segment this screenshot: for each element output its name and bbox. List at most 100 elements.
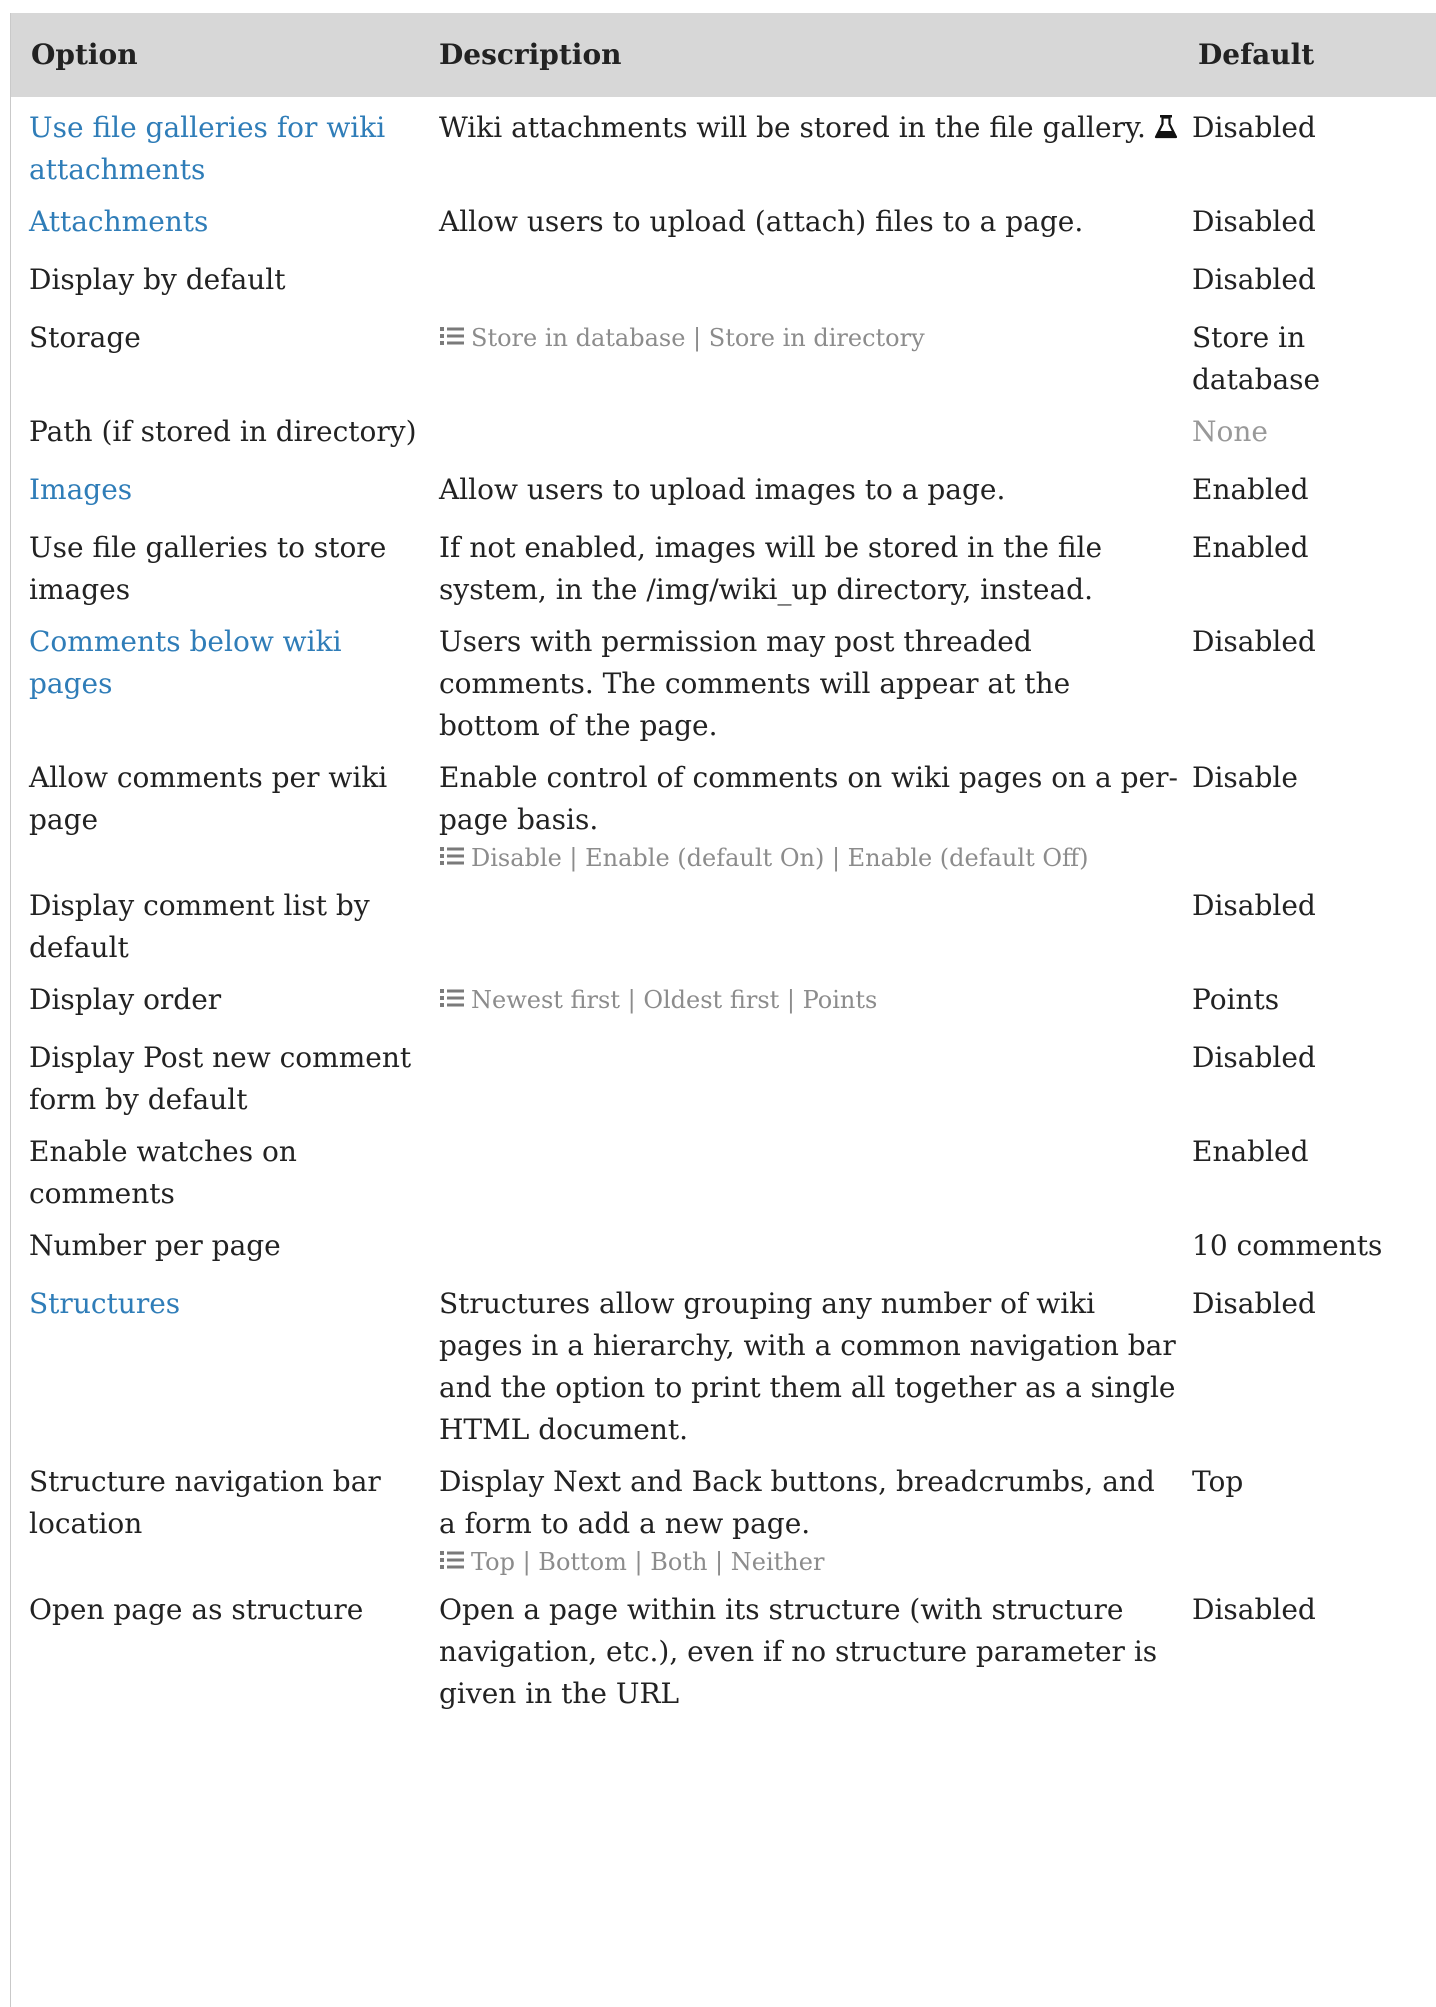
option-label: Number per page [29, 1229, 281, 1262]
description-text: If not enabled, images will be stored in… [439, 531, 1103, 606]
table-row: Allow comments per wiki page Enable contr… [11, 747, 1436, 875]
option-label: Path (if stored in directory) [29, 415, 417, 448]
default-value: Enabled [1192, 1135, 1309, 1168]
column-header-option: Option [11, 13, 419, 97]
description-cell [419, 875, 1179, 969]
default-value: Enabled [1192, 473, 1309, 506]
preferences-table-container: Option Description Default Use file gall… [10, 13, 1436, 2007]
default-cell: Disabled [1179, 97, 1436, 191]
list-icon [440, 327, 464, 345]
description-text: Open a page within its structure (with s… [439, 1593, 1158, 1710]
option-link[interactable]: Images [29, 473, 132, 506]
table-row: Enable watches on comments Enabled [11, 1121, 1436, 1215]
option-cell: Display order [11, 969, 419, 1027]
header-row: Option Description Default [11, 13, 1436, 97]
option-cell: Open page as structure [11, 1579, 419, 1715]
column-header-default: Default [1179, 13, 1436, 97]
option-label: Display by default [29, 263, 286, 296]
option-cell: Use file galleries for wiki attachments [11, 97, 419, 191]
description-cell [419, 1121, 1179, 1215]
description-cell: Wiki attachments will be stored in the f… [419, 97, 1179, 191]
column-header-description: Description [419, 13, 1179, 97]
option-link[interactable]: Use file galleries for wiki attachments [29, 111, 385, 186]
default-value: Store in database [1192, 321, 1321, 396]
default-cell: 10 comments [1179, 1215, 1436, 1273]
preferences-table: Option Description Default Use file gall… [11, 13, 1436, 1715]
description-text: Allow users to upload (attach) files to … [439, 205, 1084, 238]
table-row: Comments below wiki pages Users with perm… [11, 611, 1436, 747]
table-row: Path (if stored in directory) None [11, 401, 1436, 459]
list-icon [440, 989, 464, 1007]
option-cell: Number per page [11, 1215, 419, 1273]
table-row: Display by default Disabled [11, 249, 1436, 307]
description-cell [419, 1215, 1179, 1273]
description-cell: If not enabled, images will be stored in… [419, 517, 1179, 611]
option-label: Enable watches on comments [29, 1135, 297, 1210]
default-cell: Points [1179, 969, 1436, 1027]
default-cell: None [1179, 401, 1436, 459]
option-label: Structure navigation bar location [29, 1465, 381, 1540]
options-list: Disable | Enable (default On) | Enable (… [439, 841, 1179, 875]
option-link[interactable]: Attachments [29, 205, 208, 238]
description-cell [419, 1027, 1179, 1121]
default-value: Disable [1192, 761, 1298, 794]
default-value: Disabled [1192, 1041, 1316, 1074]
default-cell: Top [1179, 1451, 1436, 1579]
option-cell: Images [11, 459, 419, 517]
description-cell: Display Next and Back buttons, breadcrum… [419, 1451, 1179, 1579]
option-cell: Use file galleries to store images [11, 517, 419, 611]
default-value: 10 comments [1192, 1229, 1383, 1262]
description-cell [419, 249, 1179, 307]
option-cell: Display comment list by default [11, 875, 419, 969]
table-row: Structure navigation bar location Display… [11, 1451, 1436, 1579]
table-row: Attachments Allow users to upload (attach… [11, 191, 1436, 249]
option-cell: Attachments [11, 191, 419, 249]
description-cell: Store in database | Store in directory [419, 307, 1179, 401]
default-value: Disabled [1192, 263, 1316, 296]
option-cell: Comments below wiki pages [11, 611, 419, 747]
table-row: Use file galleries for wiki attachments W… [11, 97, 1436, 191]
options-list: Newest first | Oldest first | Points [439, 983, 1179, 1017]
description-text: Structures allow grouping any number of … [439, 1287, 1176, 1446]
description-text: Wiki attachments will be stored in the f… [439, 111, 1146, 144]
options-text: Store in database | Store in directory [471, 324, 925, 352]
default-value: Disabled [1192, 889, 1316, 922]
option-label: Storage [29, 321, 141, 354]
default-value: Disabled [1192, 1593, 1316, 1626]
option-label: Use file galleries to store images [29, 531, 387, 606]
table-row: Display Post new comment form by default… [11, 1027, 1436, 1121]
description-cell: Newest first | Oldest first | Points [419, 969, 1179, 1027]
default-value: Points [1192, 983, 1280, 1016]
default-cell: Disabled [1179, 875, 1436, 969]
option-cell: Path (if stored in directory) [11, 401, 419, 459]
description-text: Enable control of comments on wiki pages… [439, 761, 1178, 836]
option-cell: Structures [11, 1273, 419, 1451]
default-cell: Enabled [1179, 517, 1436, 611]
default-cell: Store in database [1179, 307, 1436, 401]
options-text: Newest first | Oldest first | Points [471, 986, 878, 1014]
description-text: Allow users to upload images to a page. [439, 473, 1006, 506]
option-label: Open page as structure [29, 1593, 364, 1626]
option-link[interactable]: Comments below wiki pages [29, 625, 342, 700]
default-cell: Disabled [1179, 1579, 1436, 1715]
option-cell: Display by default [11, 249, 419, 307]
options-text: Top | Bottom | Both | Neither [471, 1548, 825, 1576]
options-text: Disable | Enable (default On) | Enable (… [471, 844, 1089, 872]
default-value: Disabled [1192, 625, 1316, 658]
table-row: Open page as structure Open a page within… [11, 1579, 1436, 1715]
list-icon [440, 847, 464, 865]
default-cell: Disabled [1179, 611, 1436, 747]
options-list: Top | Bottom | Both | Neither [439, 1545, 1179, 1579]
description-text: Display Next and Back buttons, breadcrum… [439, 1465, 1155, 1540]
default-value: Disabled [1192, 1287, 1316, 1320]
option-cell: Structure navigation bar location [11, 1451, 419, 1579]
default-value: Enabled [1192, 531, 1309, 564]
default-cell: Disabled [1179, 1273, 1436, 1451]
description-cell [419, 401, 1179, 459]
description-text: Users with permission may post threaded … [439, 625, 1071, 742]
table-row: Images Allow users to upload images to a … [11, 459, 1436, 517]
option-link[interactable]: Structures [29, 1287, 180, 1320]
description-cell: Open a page within its structure (with s… [419, 1579, 1179, 1715]
option-cell: Enable watches on comments [11, 1121, 419, 1215]
table-row: Use file galleries to store images If not… [11, 517, 1436, 611]
